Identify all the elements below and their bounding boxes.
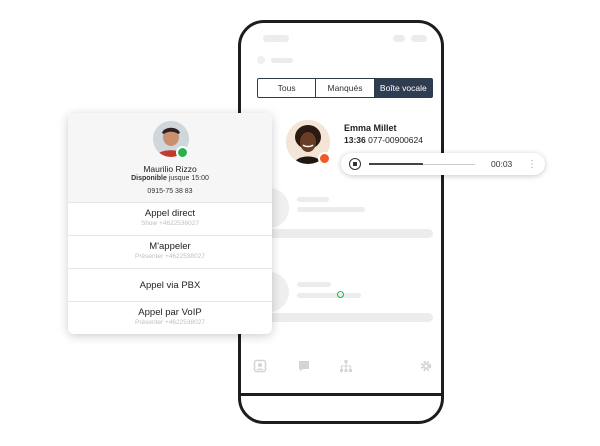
chat-icon[interactable] <box>297 359 311 373</box>
call-filter-tabs: Tous Manqués Boîte vocale <box>257 78 433 98</box>
contact-card-header: Maurilio Rizzo Disponible jusque 15:00 0… <box>68 113 272 202</box>
option-label: M'appeler <box>149 241 191 252</box>
tab-label: Tous <box>277 83 296 93</box>
more-options-icon[interactable]: ⋮ <box>527 159 537 170</box>
list-item-placeholder <box>249 313 433 322</box>
contact-status: Disponible jusque 15:00 <box>68 175 272 182</box>
contact-phone: 0915-75 38 83 <box>147 188 193 195</box>
tab-tous[interactable]: Tous <box>258 79 317 97</box>
list-item-placeholder <box>297 197 329 202</box>
option-m-appeler[interactable]: M'appeler Présenter +4622538027 <box>68 235 272 268</box>
playback-progress[interactable] <box>369 163 423 165</box>
header-placeholder <box>263 35 289 42</box>
stop-icon[interactable] <box>349 158 361 170</box>
online-indicator <box>337 291 344 298</box>
contact-availability: Disponible <box>131 175 167 182</box>
list-item-placeholder <box>249 229 433 238</box>
voicemail-time: 13:36 <box>344 135 366 145</box>
option-appel-via-pbx[interactable]: Appel via PBX <box>68 268 272 301</box>
header-placeholder <box>411 35 427 42</box>
contact-name: Maurilio Rizzo <box>143 164 197 174</box>
header-placeholder <box>393 35 405 42</box>
option-label: Appel direct <box>144 208 196 219</box>
option-sublabel: Show +4622538027 <box>140 220 199 227</box>
tab-label: Manqués <box>327 83 363 93</box>
contacts-icon[interactable] <box>253 359 267 373</box>
header-placeholder <box>257 56 265 64</box>
header-placeholder <box>271 58 293 63</box>
busy-status-badge <box>318 152 331 165</box>
option-label: Appel par VoIP <box>138 307 202 318</box>
voicemail-caller-name: Emma Millet <box>344 123 397 133</box>
gear-icon[interactable] <box>419 359 433 373</box>
option-appel-direct[interactable]: Appel direct Show +4622538027 <box>68 202 272 235</box>
list-item-placeholder <box>297 293 361 298</box>
contact-card: Maurilio Rizzo Disponible jusque 15:00 0… <box>68 113 272 334</box>
option-appel-par-voip[interactable]: Appel par VoIP Présenter +4622538027 <box>68 301 272 334</box>
tab-manques[interactable]: Manqués <box>316 79 375 97</box>
option-label: Appel via PBX <box>139 280 201 291</box>
playback-track[interactable] <box>423 163 475 165</box>
list-item-placeholder <box>297 207 365 212</box>
home-bar-divider <box>241 393 441 396</box>
voicemail-caller-details: 13:36 077-00900624 <box>344 135 423 145</box>
tab-boite-vocale[interactable]: Boîte vocale <box>374 79 432 97</box>
contact-availability-detail: jusque 15:00 <box>168 175 209 182</box>
voicemail-player: 00:03 ⋮ <box>341 153 545 175</box>
option-sublabel: Présenter +4622538027 <box>135 253 205 260</box>
available-status-badge <box>176 146 189 159</box>
list-item-placeholder <box>297 282 331 287</box>
option-sublabel: Présenter +4622538027 <box>135 319 205 326</box>
org-chart-icon[interactable] <box>339 359 353 373</box>
tab-label: Boîte vocale <box>379 83 427 93</box>
playback-time: 00:03 <box>491 159 513 169</box>
voicemail-number: 077-00900624 <box>368 135 423 145</box>
